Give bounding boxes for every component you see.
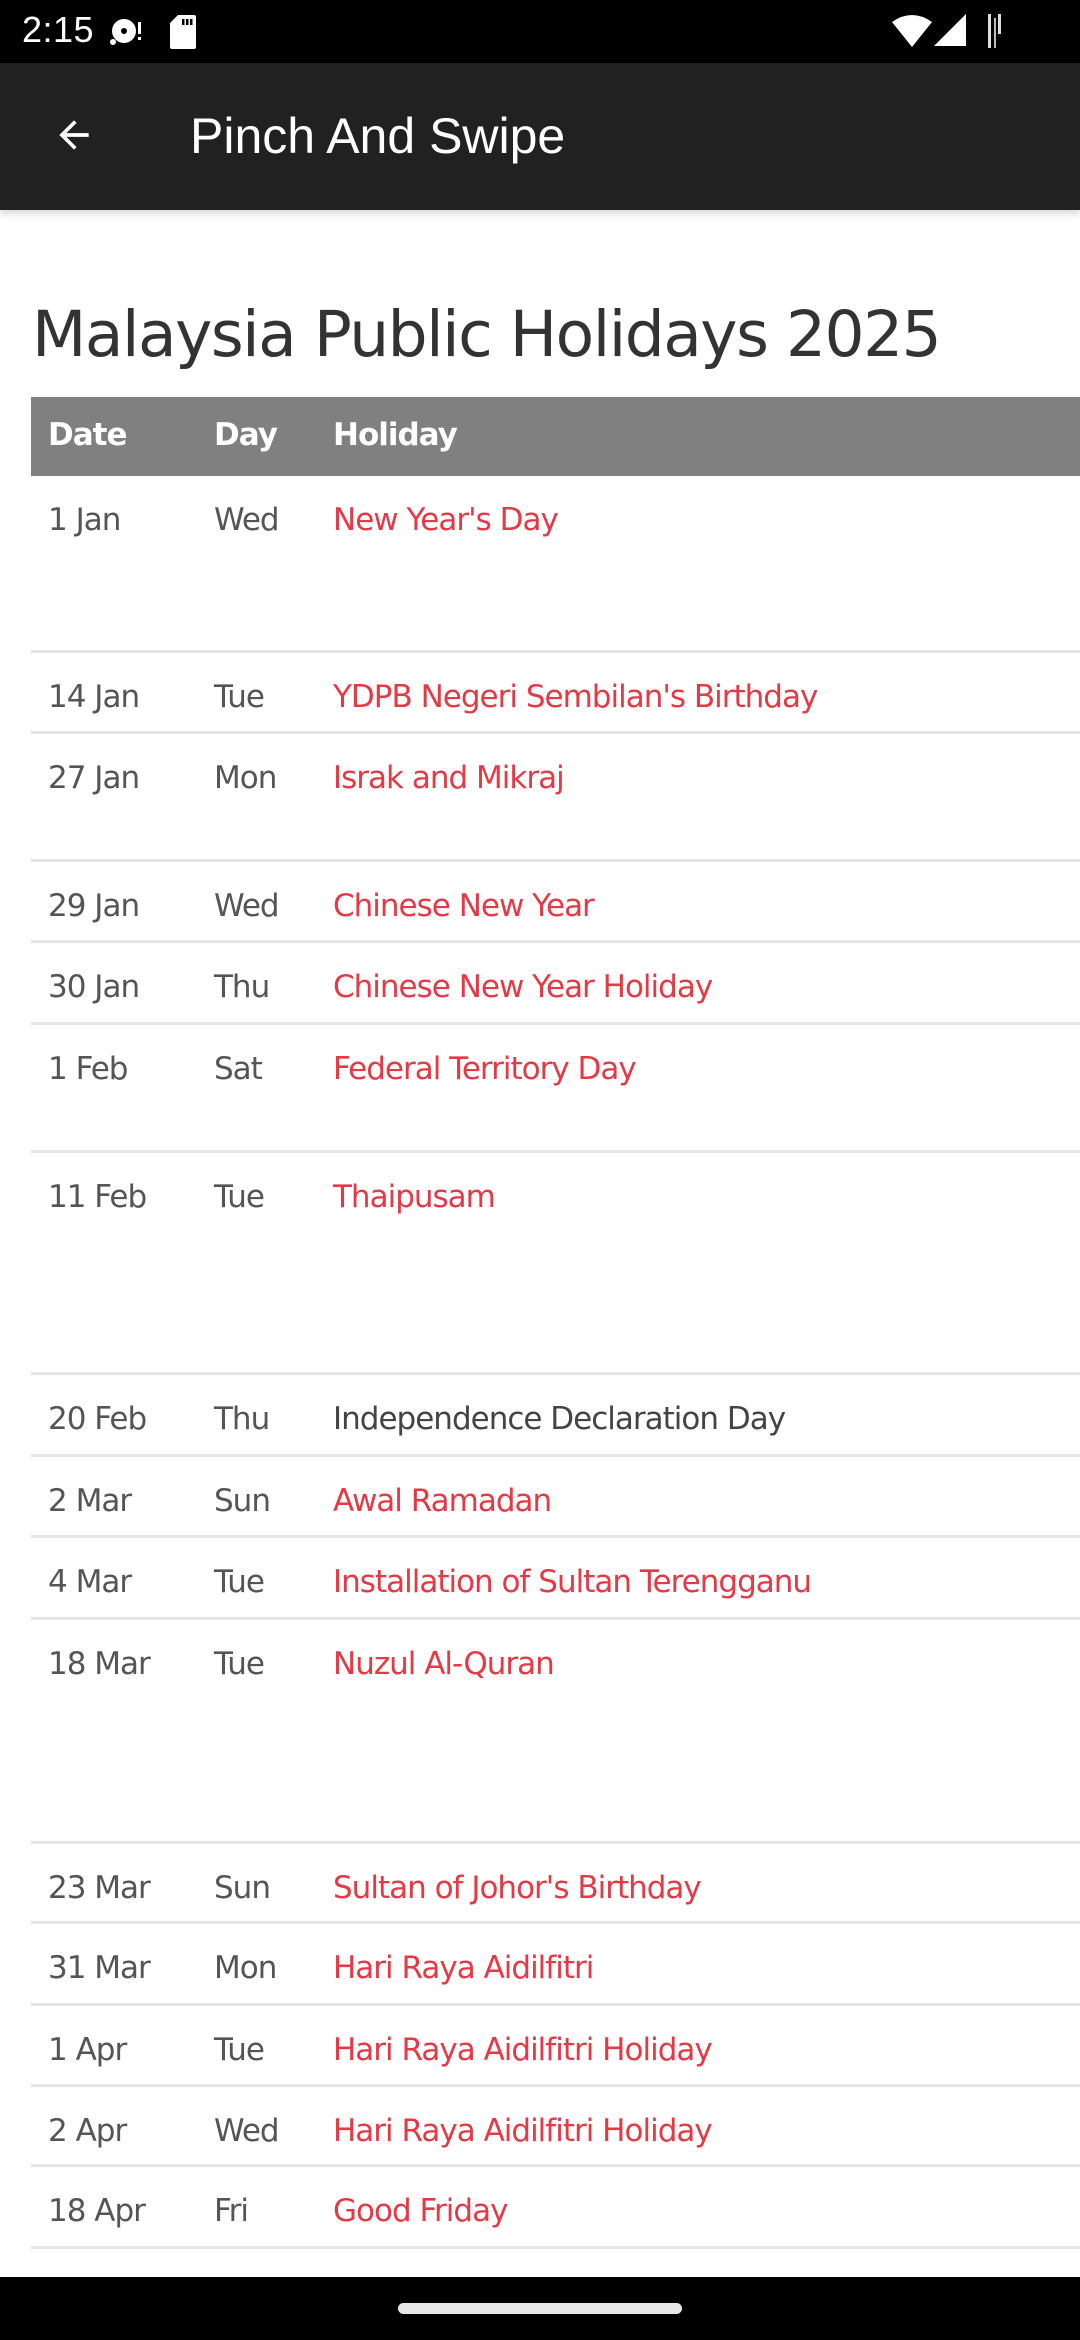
home-gesture-pill[interactable] bbox=[398, 2303, 682, 2314]
table-row: 18 Mar Tue Nuzul Al-Quran bbox=[31, 1620, 1080, 1844]
table-row: 14 Jan Tue YDPB Negeri Sembilan's Birthday bbox=[31, 653, 1080, 734]
cell-day: Thu bbox=[214, 969, 270, 1005]
holiday-link[interactable]: Chinese New Year Holiday bbox=[333, 969, 713, 1005]
cell-day: Tue bbox=[214, 1646, 265, 1682]
holiday-link[interactable]: Hari Raya Aidilfitri Holiday bbox=[333, 2113, 713, 2149]
table-row: 11 Feb Tue Thaipusam bbox=[31, 1153, 1080, 1375]
app-bar: Pinch And Swipe bbox=[0, 63, 1080, 210]
battery-icon bbox=[987, 14, 1003, 53]
table-header-row: Date Day Holiday bbox=[31, 397, 1080, 476]
cell-holiday: Independence Declaration Day bbox=[333, 1401, 786, 1437]
app-title: Pinch And Swipe bbox=[190, 108, 566, 164]
cell-date: 18 Mar bbox=[48, 1646, 151, 1682]
holiday-link[interactable]: Sultan of Johor's Birthday bbox=[333, 1870, 702, 1906]
table-body: 1 Jan Wed New Year's Day 14 Jan Tue YDPB Nege… bbox=[31, 476, 1080, 2249]
cell-date: 1 Feb bbox=[48, 1051, 128, 1087]
cell-date: 2 Apr bbox=[48, 2113, 127, 2149]
arrow-back-icon bbox=[52, 113, 96, 162]
cell-day: Sun bbox=[214, 1870, 271, 1906]
holiday-link[interactable]: Awal Ramadan bbox=[333, 1483, 552, 1519]
cell-day: Wed bbox=[214, 888, 280, 924]
cell-date: 1 Apr bbox=[48, 2032, 127, 2068]
holiday-link[interactable]: New Year's Day bbox=[333, 502, 559, 538]
table-row: 31 Mar Mon Hari Raya Aidilfitri bbox=[31, 1924, 1080, 2006]
holiday-link[interactable]: Federal Territory Day bbox=[333, 1051, 637, 1087]
holiday-link[interactable]: Nuzul Al-Quran bbox=[333, 1646, 555, 1682]
column-header-date: Date bbox=[48, 417, 127, 453]
webview-content[interactable]: Malaysia Public Holidays 2025 Date Day H… bbox=[0, 210, 1080, 2277]
holiday-link[interactable]: Hari Raya Aidilfitri bbox=[333, 1950, 594, 1986]
table-row: 30 Jan Thu Chinese New Year Holiday bbox=[31, 943, 1080, 1025]
cell-date: 4 Mar bbox=[48, 1564, 132, 1600]
sd-card-icon bbox=[170, 15, 196, 54]
cell-day: Mon bbox=[214, 760, 277, 796]
cell-date: 2 Mar bbox=[48, 1483, 132, 1519]
table-row: 4 Mar Tue Installation of Sultan Terenggan… bbox=[31, 1538, 1080, 1620]
table-row: 1 Jan Wed New Year's Day bbox=[31, 476, 1080, 653]
wifi-icon bbox=[892, 14, 932, 53]
cell-date: 27 Jan bbox=[48, 760, 140, 796]
table-row: 1 Feb Sat Federal Territory Day bbox=[31, 1025, 1080, 1153]
cell-date: 11 Feb bbox=[48, 1179, 147, 1215]
cell-day: Fri bbox=[214, 2193, 249, 2229]
navigation-bar bbox=[0, 2277, 1080, 2340]
cell-day: Tue bbox=[214, 2032, 265, 2068]
cell-date: 31 Mar bbox=[48, 1950, 151, 1986]
cell-day: Tue bbox=[214, 1179, 265, 1215]
table-row: 18 Apr Fri Good Friday bbox=[31, 2167, 1080, 2249]
column-header-day: Day bbox=[214, 417, 278, 453]
cell-day: Wed bbox=[214, 2113, 280, 2149]
table-row: 20 Feb Thu Independence Declaration Day bbox=[31, 1375, 1080, 1457]
holiday-link[interactable]: Chinese New Year bbox=[333, 888, 595, 924]
holiday-link[interactable]: Israk and Mikraj bbox=[333, 760, 565, 796]
cell-day: Thu bbox=[214, 1401, 270, 1437]
status-bar: 2:15 bbox=[0, 0, 1080, 63]
cell-signal-icon bbox=[934, 14, 966, 53]
cell-day: Sat bbox=[214, 1051, 263, 1087]
holiday-link[interactable]: Hari Raya Aidilfitri Holiday bbox=[333, 2032, 713, 2068]
cell-date: 18 Apr bbox=[48, 2193, 146, 2229]
cell-date: 1 Jan bbox=[48, 502, 121, 538]
table-row: 1 Apr Tue Hari Raya Aidilfitri Holiday bbox=[31, 2006, 1080, 2087]
holidays-table: Date Day Holiday 1 Jan Wed New Year's Day 1… bbox=[31, 397, 1080, 2249]
cell-day: Mon bbox=[214, 1950, 277, 1986]
holiday-link[interactable]: Good Friday bbox=[333, 2193, 508, 2229]
cell-date: 29 Jan bbox=[48, 888, 140, 924]
page-heading: Malaysia Public Holidays 2025 bbox=[32, 298, 942, 371]
status-time: 2:15 bbox=[22, 9, 95, 50]
column-header-holiday: Holiday bbox=[333, 417, 458, 453]
holiday-link[interactable]: YDPB Negeri Sembilan's Birthday bbox=[333, 679, 818, 715]
cell-day: Wed bbox=[214, 502, 280, 538]
table-row: 27 Jan Mon Israk and Mikraj bbox=[31, 734, 1080, 862]
table-row: 29 Jan Wed Chinese New Year bbox=[31, 862, 1080, 943]
cell-day: Tue bbox=[214, 679, 265, 715]
holiday-link[interactable]: Thaipusam bbox=[333, 1179, 496, 1215]
back-button[interactable] bbox=[40, 103, 108, 171]
cell-day: Tue bbox=[214, 1564, 265, 1600]
cell-date: 23 Mar bbox=[48, 1870, 151, 1906]
cell-date: 14 Jan bbox=[48, 679, 140, 715]
holiday-link[interactable]: Installation of Sultan Terengganu bbox=[333, 1564, 812, 1600]
cell-day: Sun bbox=[214, 1483, 271, 1519]
cell-date: 30 Jan bbox=[48, 969, 140, 1005]
table-row: 2 Apr Wed Hari Raya Aidilfitri Holiday bbox=[31, 2087, 1080, 2167]
sync-alert-icon bbox=[108, 16, 144, 53]
cell-date: 20 Feb bbox=[48, 1401, 147, 1437]
table-row: 23 Mar Sun Sultan of Johor's Birthday bbox=[31, 1844, 1080, 1924]
table-row: 2 Mar Sun Awal Ramadan bbox=[31, 1457, 1080, 1538]
